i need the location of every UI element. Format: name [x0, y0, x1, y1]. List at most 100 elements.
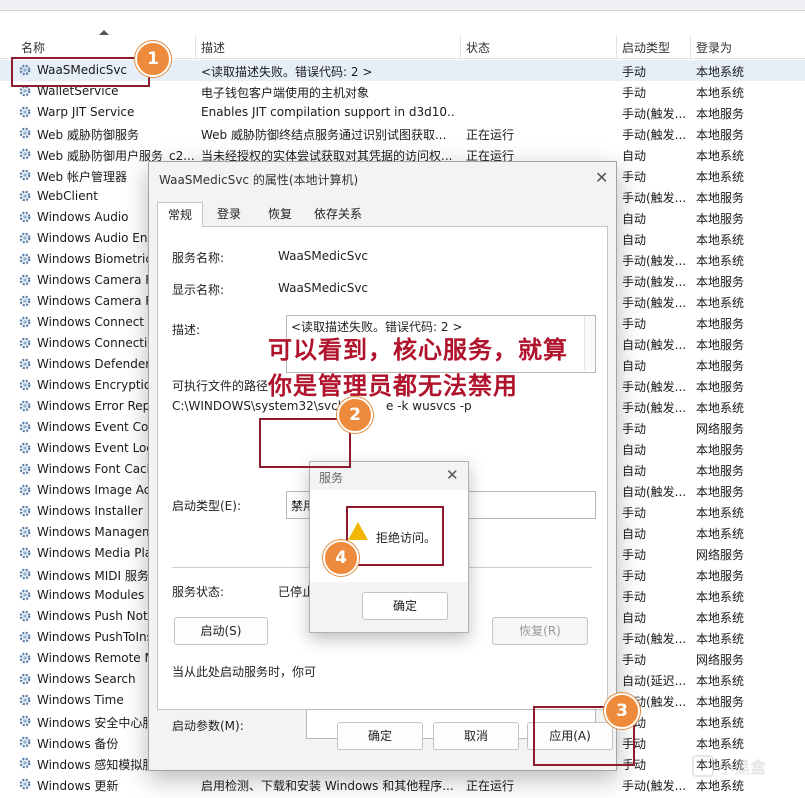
gear-icon — [18, 546, 32, 560]
gear-icon — [18, 168, 32, 182]
service-logon: 网络服务 — [696, 422, 745, 436]
gear-icon — [18, 420, 32, 434]
service-start-type: 自动(触发... — [622, 338, 687, 352]
service-desc: 启用检测、下载和安装 Windows 和其他程序... — [201, 779, 454, 793]
service-logon: 本地系统 — [696, 233, 745, 247]
gear-icon — [18, 525, 32, 539]
start-button[interactable]: 启动(S) — [174, 617, 268, 645]
service-start-type: 自动 — [622, 611, 647, 625]
service-row[interactable]: Warp JIT Service Enables JIT compilation … — [0, 102, 805, 123]
service-status-label: 服务状态: — [172, 585, 225, 599]
service-start-type: 自动 — [622, 464, 647, 478]
service-status: 正在运行 — [466, 128, 515, 142]
gear-icon — [18, 672, 32, 686]
cancel-button[interactable]: 取消 — [433, 722, 519, 750]
tab-general[interactable]: 常规 — [157, 202, 203, 227]
service-row[interactable]: Web 威胁防御服务 Web 威胁防御终结点服务通过识别试图获取... 正在运行 手动… — [0, 123, 805, 144]
exe-path-value: C:\WINDOWS\system32\svch — [172, 399, 346, 413]
description-scrollbar[interactable] — [584, 316, 595, 370]
start-params-label: 启动参数(M): — [172, 719, 244, 733]
annotation-line-1: 可以看到，核心服务，就算 — [268, 336, 568, 364]
gear-icon — [18, 105, 32, 119]
service-row[interactable]: Windows 更新 启用检测、下载和安装 Windows 和其他程序... 正在运… — [0, 774, 805, 795]
service-start-type: 自动 — [622, 359, 647, 373]
service-name: Warp JIT Service — [37, 105, 135, 119]
gear-icon — [18, 189, 32, 203]
service-logon: 本地服务 — [696, 359, 745, 373]
service-start-type: 手动(触发... — [622, 380, 687, 394]
gear-icon — [18, 714, 32, 728]
service-start-type: 手动 — [622, 317, 647, 331]
gear-icon — [18, 756, 32, 770]
service-logon: 本地系统 — [696, 296, 745, 310]
service-start-type: 手动(触发... — [622, 632, 687, 646]
description-label: 描述: — [172, 323, 201, 337]
tab-logon[interactable]: 登录 — [205, 202, 253, 226]
display-name-value: WaaSMedicSvc — [278, 281, 369, 295]
service-logon: 本地系统 — [696, 170, 745, 184]
service-logon: 本地服务 — [696, 569, 745, 583]
col-desc[interactable]: 描述 — [201, 39, 225, 56]
service-start-type: 自动 — [622, 149, 647, 163]
gear-icon — [18, 399, 32, 413]
annotation-line-2: 你是管理员都无法禁用 — [268, 372, 518, 400]
service-start-type: 自动(触发... — [622, 485, 687, 499]
highlight-service-row — [11, 57, 150, 87]
service-desc: <读取描述失败。错误代码: 2 > — [201, 65, 373, 79]
gear-icon — [18, 504, 32, 518]
service-desc: Web 威胁防御终结点服务通过识别试图获取... — [201, 128, 447, 142]
step-badge-4: 4 — [323, 540, 359, 576]
gear-icon — [18, 693, 32, 707]
error-ok-button[interactable]: 确定 — [362, 592, 448, 620]
gear-icon — [18, 567, 32, 581]
service-logon: 本地服务 — [696, 338, 745, 352]
service-logon: 本地服务 — [696, 191, 745, 205]
service-name-label: 服务名称: — [172, 251, 225, 265]
service-logon: 本地系统 — [696, 149, 745, 163]
step-badge-2: 2 — [337, 397, 373, 433]
window-top-edge — [0, 0, 805, 11]
gear-icon — [18, 588, 32, 602]
tab-dependencies[interactable]: 依存关系 — [307, 202, 369, 226]
close-icon[interactable]: ✕ — [446, 466, 459, 484]
start-hint: 当从此处启动服务时，你可 — [172, 665, 317, 679]
col-start-type[interactable]: 启动类型 — [622, 39, 670, 56]
service-logon: 本地系统 — [696, 611, 745, 625]
service-logon: 网络服务 — [696, 653, 745, 667]
service-start-type: 自动 — [622, 233, 647, 247]
service-logon: 本地系统 — [696, 632, 745, 646]
service-logon: 本地服务 — [696, 275, 745, 289]
service-logon: 本地服务 — [696, 317, 745, 331]
col-logon[interactable]: 登录为 — [696, 39, 732, 56]
dialog-title: WaaSMedicSvc 的属性(本地计算机) — [159, 173, 359, 187]
service-logon: 本地系统 — [696, 254, 745, 268]
highlight-startup-type — [259, 418, 351, 468]
gear-icon — [18, 441, 32, 455]
service-start-type: 手动 — [622, 653, 647, 667]
ok-button[interactable]: 确定 — [337, 722, 423, 750]
service-logon: 本地服务 — [696, 695, 745, 709]
watermark-text: 小黑盒 — [718, 758, 767, 777]
sort-up-icon — [99, 30, 109, 35]
step-badge-3: 3 — [604, 693, 640, 729]
service-start-type: 手动 — [622, 86, 647, 100]
service-logon: 本地系统 — [696, 527, 745, 541]
service-desc: 电子钱包客户端使用的主机对象 — [201, 86, 370, 100]
gear-icon — [18, 315, 32, 329]
service-start-type: 手动(触发... — [622, 401, 687, 415]
service-start-type: 手动 — [622, 170, 647, 184]
service-logon: 本地系统 — [696, 674, 745, 688]
gear-icon — [18, 735, 32, 749]
service-logon: 网络服务 — [696, 548, 745, 562]
service-name-value: WaaSMedicSvc — [278, 249, 369, 263]
resume-button[interactable]: 恢复(R) — [492, 617, 588, 645]
gear-icon — [18, 231, 32, 245]
gear-icon — [18, 777, 32, 791]
service-start-type: 自动 — [622, 527, 647, 541]
gear-icon — [18, 357, 32, 371]
gear-icon — [18, 462, 32, 476]
col-name[interactable]: 名称 — [21, 39, 45, 56]
tab-recovery[interactable]: 恢复 — [257, 202, 303, 226]
col-status[interactable]: 状态 — [466, 39, 490, 56]
close-icon[interactable]: ✕ — [595, 168, 608, 187]
